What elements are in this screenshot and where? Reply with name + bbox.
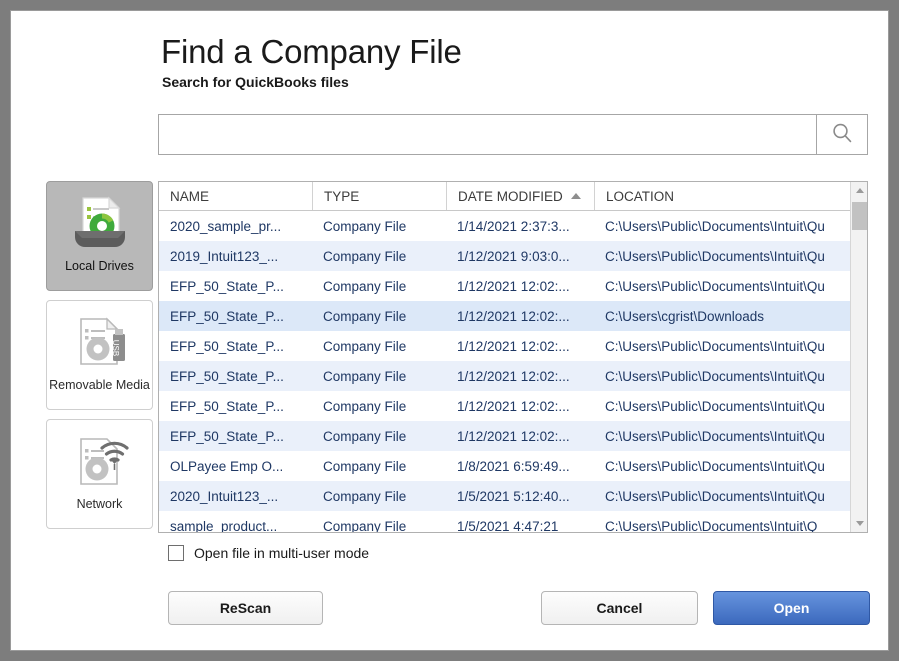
search-button[interactable] <box>816 114 868 155</box>
cell-location: C:\Users\Public\Documents\Intuit\Qu <box>594 459 851 474</box>
table-row[interactable]: EFP_50_State_P...Company File1/12/2021 1… <box>159 271 851 301</box>
scrollbar-thumb[interactable] <box>852 202 867 230</box>
cell-name: 2020_Intuit123_... <box>159 489 312 504</box>
cell-date: 1/14/2021 2:37:3... <box>446 219 594 234</box>
cell-name: EFP_50_State_P... <box>159 399 312 414</box>
column-header-name[interactable]: NAME <box>159 182 312 210</box>
table-row[interactable]: EFP_50_State_P...Company File1/12/2021 1… <box>159 421 851 451</box>
cell-type: Company File <box>312 459 446 474</box>
sidebar-item-label: Local Drives <box>65 260 134 274</box>
cell-date: 1/12/2021 9:03:0... <box>446 249 594 264</box>
cell-date: 1/12/2021 12:02:... <box>446 429 594 444</box>
triangle-up-icon <box>571 193 581 199</box>
sidebar-item-local-drives[interactable]: Local Drives <box>46 181 153 291</box>
multi-user-label: Open file in multi-user mode <box>194 545 369 561</box>
search-bar <box>158 114 868 155</box>
column-header-label: TYPE <box>324 189 359 204</box>
file-list-header: NAME TYPE DATE MODIFIED LOCATION <box>159 182 851 211</box>
search-icon <box>830 121 854 148</box>
table-row[interactable]: EFP_50_State_P...Company File1/12/2021 1… <box>159 301 851 331</box>
scroll-up-button[interactable] <box>851 182 868 199</box>
cell-location: C:\Users\Public\Documents\Intuit\Qu <box>594 249 851 264</box>
column-header-type[interactable]: TYPE <box>312 182 446 210</box>
column-header-location[interactable]: LOCATION <box>594 182 851 210</box>
cell-location: C:\Users\Public\Documents\Intuit\Qu <box>594 369 851 384</box>
cell-location: C:\Users\Public\Documents\Intuit\Qu <box>594 219 851 234</box>
file-list: NAME TYPE DATE MODIFIED LOCATION 2020_sa… <box>158 181 868 533</box>
multi-user-mode-option[interactable]: Open file in multi-user mode <box>168 545 369 561</box>
table-row[interactable]: sample_product...Company File1/5/2021 4:… <box>159 511 851 533</box>
cell-location: C:\Users\Public\Documents\Intuit\Q <box>594 519 851 534</box>
table-row[interactable]: 2020_Intuit123_...Company File1/5/2021 5… <box>159 481 851 511</box>
window-frame: Find a Company File Search for QuickBook… <box>0 0 899 661</box>
page-subtitle: Search for QuickBooks files <box>162 74 349 90</box>
cell-location: C:\Users\Public\Documents\Intuit\Qu <box>594 279 851 294</box>
table-row[interactable]: 2019_Intuit123_...Company File1/12/2021 … <box>159 241 851 271</box>
column-header-label: LOCATION <box>606 189 674 204</box>
cell-location: C:\Users\cgrist\Downloads <box>594 309 851 324</box>
search-input[interactable] <box>158 114 816 155</box>
network-icon <box>67 429 133 495</box>
cell-date: 1/5/2021 5:12:40... <box>446 489 594 504</box>
cell-date: 1/12/2021 12:02:... <box>446 369 594 384</box>
open-button[interactable]: Open <box>713 591 870 625</box>
file-list-rows[interactable]: 2020_sample_pr...Company File1/14/2021 2… <box>159 211 851 533</box>
cell-type: Company File <box>312 429 446 444</box>
chevron-down-icon <box>856 521 864 526</box>
cell-location: C:\Users\Public\Documents\Intuit\Qu <box>594 489 851 504</box>
removable-media-icon: USB <box>67 310 133 376</box>
cell-name: sample_product... <box>159 519 312 534</box>
cell-type: Company File <box>312 369 446 384</box>
find-company-file-dialog: Find a Company File Search for QuickBook… <box>10 10 889 651</box>
cell-date: 1/8/2021 6:59:49... <box>446 459 594 474</box>
file-list-scrollbar[interactable] <box>850 182 867 532</box>
cell-date: 1/12/2021 12:02:... <box>446 279 594 294</box>
source-sidebar: Local Drives USB <box>46 181 156 538</box>
page-title: Find a Company File <box>161 33 462 71</box>
sidebar-item-label: Network <box>77 498 123 512</box>
sidebar-item-network[interactable]: Network <box>46 419 153 529</box>
cell-type: Company File <box>312 279 446 294</box>
cell-location: C:\Users\Public\Documents\Intuit\Qu <box>594 399 851 414</box>
table-row[interactable]: EFP_50_State_P...Company File1/12/2021 1… <box>159 391 851 421</box>
cell-location: C:\Users\Public\Documents\Intuit\Qu <box>594 429 851 444</box>
cell-type: Company File <box>312 519 446 534</box>
local-drive-icon <box>67 191 133 257</box>
sidebar-item-label: Removable Media <box>49 379 150 393</box>
cell-name: 2019_Intuit123_... <box>159 249 312 264</box>
cell-type: Company File <box>312 219 446 234</box>
cell-name: EFP_50_State_P... <box>159 429 312 444</box>
cancel-button[interactable]: Cancel <box>541 591 698 625</box>
cell-name: OLPayee Emp O... <box>159 459 312 474</box>
cell-type: Company File <box>312 339 446 354</box>
table-row[interactable]: EFP_50_State_P...Company File1/12/2021 1… <box>159 361 851 391</box>
scroll-down-button[interactable] <box>851 515 868 532</box>
cell-name: 2020_sample_pr... <box>159 219 312 234</box>
chevron-up-icon <box>856 188 864 193</box>
cell-date: 1/12/2021 12:02:... <box>446 399 594 414</box>
cell-type: Company File <box>312 249 446 264</box>
table-row[interactable]: 2020_sample_pr...Company File1/14/2021 2… <box>159 211 851 241</box>
column-header-label: DATE MODIFIED <box>458 189 563 204</box>
sidebar-item-removable-media[interactable]: USB Removable Media <box>46 300 153 410</box>
column-header-date-modified[interactable]: DATE MODIFIED <box>446 182 594 210</box>
multi-user-checkbox[interactable] <box>168 545 184 561</box>
cell-type: Company File <box>312 309 446 324</box>
cell-date: 1/12/2021 12:02:... <box>446 339 594 354</box>
cell-name: EFP_50_State_P... <box>159 369 312 384</box>
cell-date: 1/5/2021 4:47:21 <box>446 519 594 534</box>
table-row[interactable]: EFP_50_State_P...Company File1/12/2021 1… <box>159 331 851 361</box>
cell-name: EFP_50_State_P... <box>159 339 312 354</box>
rescan-button[interactable]: ReScan <box>168 591 323 625</box>
cell-location: C:\Users\Public\Documents\Intuit\Qu <box>594 339 851 354</box>
cell-type: Company File <box>312 399 446 414</box>
cell-name: EFP_50_State_P... <box>159 309 312 324</box>
table-row[interactable]: OLPayee Emp O...Company File1/8/2021 6:5… <box>159 451 851 481</box>
svg-text:USB: USB <box>111 340 120 356</box>
cell-name: EFP_50_State_P... <box>159 279 312 294</box>
cell-date: 1/12/2021 12:02:... <box>446 309 594 324</box>
cell-type: Company File <box>312 489 446 504</box>
column-header-label: NAME <box>170 189 209 204</box>
